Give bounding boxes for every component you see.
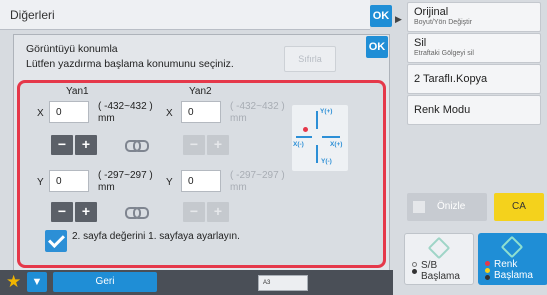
unit-text: mm bbox=[98, 113, 115, 124]
range-text: ( -432~432 ) bbox=[98, 101, 153, 112]
y-axis-label: Y bbox=[166, 177, 173, 188]
x-axis-label: X bbox=[166, 108, 173, 119]
x-minus-label: X(-) bbox=[293, 141, 304, 148]
origin-dot-icon bbox=[303, 127, 308, 132]
side2-header: Yan2 bbox=[189, 86, 212, 97]
arrow-down-icon bbox=[316, 145, 318, 163]
menu-item-label: 2 Taraflı.Kopya bbox=[414, 73, 488, 85]
dialog-ok-button[interactable]: OK bbox=[366, 36, 388, 58]
reset-button[interactable]: Sıfırla bbox=[284, 46, 336, 72]
side1-x-minus-button[interactable]: − bbox=[51, 135, 73, 155]
x-plus-label: X(+) bbox=[330, 141, 343, 148]
copy-side1-label: 2. sayfa değerini 1. sayfaya ayarlayın. bbox=[72, 231, 240, 242]
chevron-down-icon[interactable]: ▼ bbox=[27, 272, 47, 292]
start-color-label: Başlama bbox=[494, 270, 533, 281]
side2-x-input[interactable]: 0 bbox=[181, 101, 221, 123]
preview-icon bbox=[413, 201, 425, 213]
start-icon bbox=[427, 236, 451, 260]
side1-header: Yan1 bbox=[66, 86, 89, 97]
link-icon bbox=[125, 140, 149, 152]
range-text: ( -297~297 ) bbox=[230, 170, 285, 181]
copy-side1-checkbox[interactable] bbox=[45, 230, 67, 252]
start-bw-label: S/B bbox=[421, 260, 438, 271]
menu-item-duplex-copy[interactable]: 2 Taraflı.Kopya bbox=[407, 64, 541, 94]
side1-y-range: ( -297~297 ) mm bbox=[98, 170, 153, 194]
arrow-up-icon bbox=[316, 111, 318, 129]
unit-text: mm bbox=[230, 182, 247, 193]
side1-y-plus-button[interactable]: + bbox=[75, 202, 97, 222]
side2-y-input[interactable]: 0 bbox=[181, 170, 221, 192]
back-button[interactable]: Geri bbox=[53, 272, 157, 292]
tray-label: A3 bbox=[263, 280, 271, 286]
unit-text: mm bbox=[230, 113, 247, 124]
side2-y-minus-button[interactable]: − bbox=[183, 202, 205, 222]
y-axis-label: Y bbox=[37, 177, 44, 188]
side1-y-input[interactable]: 0 bbox=[49, 170, 89, 192]
arrow-right-icon bbox=[322, 136, 340, 138]
range-text: ( -432~432 ) bbox=[230, 101, 285, 112]
background-title: Diğerleri bbox=[10, 8, 55, 22]
menu-item-label: Orijinal bbox=[414, 6, 449, 18]
menu-item-erase[interactable]: Sil Etraftaki Gölgeyi sil bbox=[407, 33, 541, 63]
side2-x-range: ( -432~432 ) mm bbox=[230, 101, 285, 125]
menu-item-original[interactable]: Orijinal Boyut/Yön Değiştir bbox=[407, 2, 541, 32]
start-color-button[interactable]: Renk Başlama bbox=[478, 233, 547, 285]
y-plus-label: Y(+) bbox=[320, 108, 333, 115]
start-icon bbox=[500, 235, 524, 259]
star-icon[interactable]: ★ bbox=[6, 272, 21, 292]
bottom-bar: ★ ▼ Geri bbox=[0, 270, 393, 295]
side2-y-range: ( -297~297 ) mm bbox=[230, 170, 285, 194]
start-color-label: Renk bbox=[494, 259, 518, 270]
arrow-left-icon bbox=[296, 136, 312, 138]
preview-label: Önizle bbox=[437, 201, 466, 212]
background-header: Diğerleri bbox=[0, 0, 370, 30]
menu-item-sublabel: Boyut/Yön Değiştir bbox=[414, 19, 472, 26]
side1-x-plus-button[interactable]: + bbox=[75, 135, 97, 155]
dialog-instruction: Lütfen yazdırma başlama konumunu seçiniz… bbox=[26, 58, 234, 70]
link-icon bbox=[125, 207, 149, 219]
x-axis-label: X bbox=[37, 108, 44, 119]
clear-all-button[interactable]: CA bbox=[494, 193, 544, 221]
unit-text: mm bbox=[98, 182, 115, 193]
menu-item-sublabel: Etraftaki Gölgeyi sil bbox=[414, 50, 474, 57]
side2-x-minus-button[interactable]: − bbox=[183, 135, 205, 155]
side1-x-input[interactable]: 0 bbox=[49, 101, 89, 123]
start-bw-label: Başlama bbox=[421, 271, 460, 282]
menu-item-label: Renk Modu bbox=[414, 104, 471, 116]
play-arrow-icon: ▶ bbox=[395, 14, 402, 24]
side1-y-minus-button[interactable]: − bbox=[51, 202, 73, 222]
paper-tray-indicator: A3 bbox=[258, 275, 308, 291]
status-dots bbox=[412, 262, 418, 276]
color-dots bbox=[485, 261, 491, 282]
preview-button[interactable]: Önizle bbox=[407, 193, 487, 221]
background-ok-button[interactable]: OK bbox=[370, 5, 392, 27]
menu-item-color-mode[interactable]: Renk Modu bbox=[407, 95, 541, 125]
side1-x-range: ( -432~432 ) mm bbox=[98, 101, 153, 125]
xy-direction-diagram: Y(+) Y(-) X(-) X(+) bbox=[292, 105, 348, 171]
side2-y-plus-button[interactable]: + bbox=[207, 202, 229, 222]
y-minus-label: Y(-) bbox=[321, 158, 332, 165]
side2-x-plus-button[interactable]: + bbox=[207, 135, 229, 155]
dialog-title: Görüntüyü konumla bbox=[26, 43, 118, 55]
range-text: ( -297~297 ) bbox=[98, 170, 153, 181]
start-bw-button[interactable]: S/B Başlama bbox=[404, 233, 474, 285]
menu-item-label: Sil bbox=[414, 37, 427, 49]
